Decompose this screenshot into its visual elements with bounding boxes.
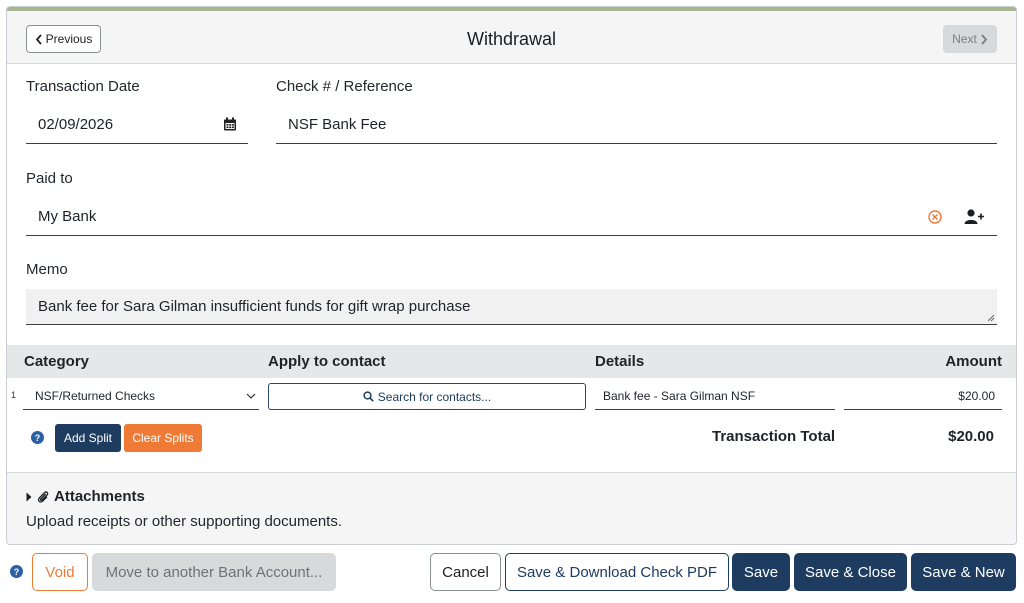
chevron-right-icon — [981, 33, 988, 45]
footer-help-icon[interactable]: ? — [10, 565, 23, 578]
page-title: Withdrawal — [466, 29, 557, 49]
category-value: NSF/Returned Checks — [35, 389, 156, 403]
add-person-icon[interactable] — [964, 209, 986, 225]
clear-circle-icon[interactable] — [928, 210, 942, 224]
column-amount: Amount — [945, 353, 1002, 370]
save-button[interactable]: Save — [732, 553, 790, 591]
attachments-title: Attachments — [54, 488, 145, 505]
reference-label: Check # / Reference — [276, 78, 413, 95]
attachments-toggle[interactable]: Attachments — [26, 488, 145, 505]
split-row-number: 1 — [11, 390, 17, 400]
transaction-date-value: 02/09/2026 — [38, 115, 114, 133]
caret-right-icon — [26, 492, 32, 501]
resize-handle-icon[interactable] — [987, 314, 995, 322]
withdrawal-form-card: Previous Withdrawal Next Transaction Dat… — [6, 6, 1017, 545]
void-button[interactable]: Void — [32, 553, 88, 591]
details-field[interactable]: Bank fee - Sara Gilman NSF — [595, 383, 835, 410]
paid-to-value: My Bank — [38, 207, 97, 225]
transaction-total-value: $20.00 — [948, 428, 994, 445]
transaction-date-field[interactable]: 02/09/2026 — [26, 105, 248, 144]
save-download-pdf-button[interactable]: Save & Download Check PDF — [505, 553, 729, 591]
contact-search-placeholder: Search for contacts... — [377, 389, 492, 404]
next-button[interactable]: Next — [943, 25, 997, 53]
memo-textarea[interactable]: Bank fee for Sara Gilman insufficient fu… — [26, 289, 997, 325]
calendar-icon[interactable] — [223, 117, 237, 131]
next-label: Next — [952, 32, 977, 46]
amount-field[interactable]: $20.00 — [844, 383, 1002, 410]
paperclip-icon — [37, 490, 49, 503]
column-apply-to-contact: Apply to contact — [268, 353, 386, 370]
paid-to-label: Paid to — [26, 170, 73, 187]
cancel-button[interactable]: Cancel — [430, 553, 501, 591]
save-close-button[interactable]: Save & Close — [794, 553, 907, 591]
add-split-button[interactable]: Add Split — [55, 424, 121, 452]
column-details: Details — [595, 353, 645, 370]
chevron-down-icon — [246, 393, 256, 399]
details-value: Bank fee - Sara Gilman NSF — [603, 389, 756, 403]
move-bank-account-button[interactable]: Move to another Bank Account... — [92, 553, 336, 591]
attachments-section: Attachments Upload receipts or other sup… — [7, 472, 1016, 544]
split-help-icon[interactable]: ? — [31, 431, 44, 444]
memo-label: Memo — [26, 261, 68, 278]
paid-to-field[interactable]: My Bank — [26, 197, 997, 236]
save-new-button[interactable]: Save & New — [911, 553, 1016, 591]
splits-table-header: Category Apply to contact Details Amount — [7, 345, 1016, 378]
clear-splits-button[interactable]: Clear Splits — [124, 424, 202, 452]
search-icon — [363, 391, 374, 402]
category-select[interactable]: NSF/Returned Checks — [23, 383, 259, 410]
reference-value: NSF Bank Fee — [288, 115, 387, 133]
column-category: Category — [24, 353, 90, 370]
memo-value: Bank fee for Sara Gilman insufficient fu… — [38, 298, 471, 315]
form-header: Previous Withdrawal Next — [7, 11, 1016, 64]
transaction-date-label: Transaction Date — [26, 78, 140, 95]
amount-value: $20.00 — [958, 389, 995, 403]
reference-field[interactable]: NSF Bank Fee — [276, 105, 997, 144]
attachments-description: Upload receipts or other supporting docu… — [26, 513, 343, 530]
contact-search-input[interactable]: Search for contacts... — [268, 383, 586, 410]
transaction-total-label: Transaction Total — [712, 428, 836, 445]
